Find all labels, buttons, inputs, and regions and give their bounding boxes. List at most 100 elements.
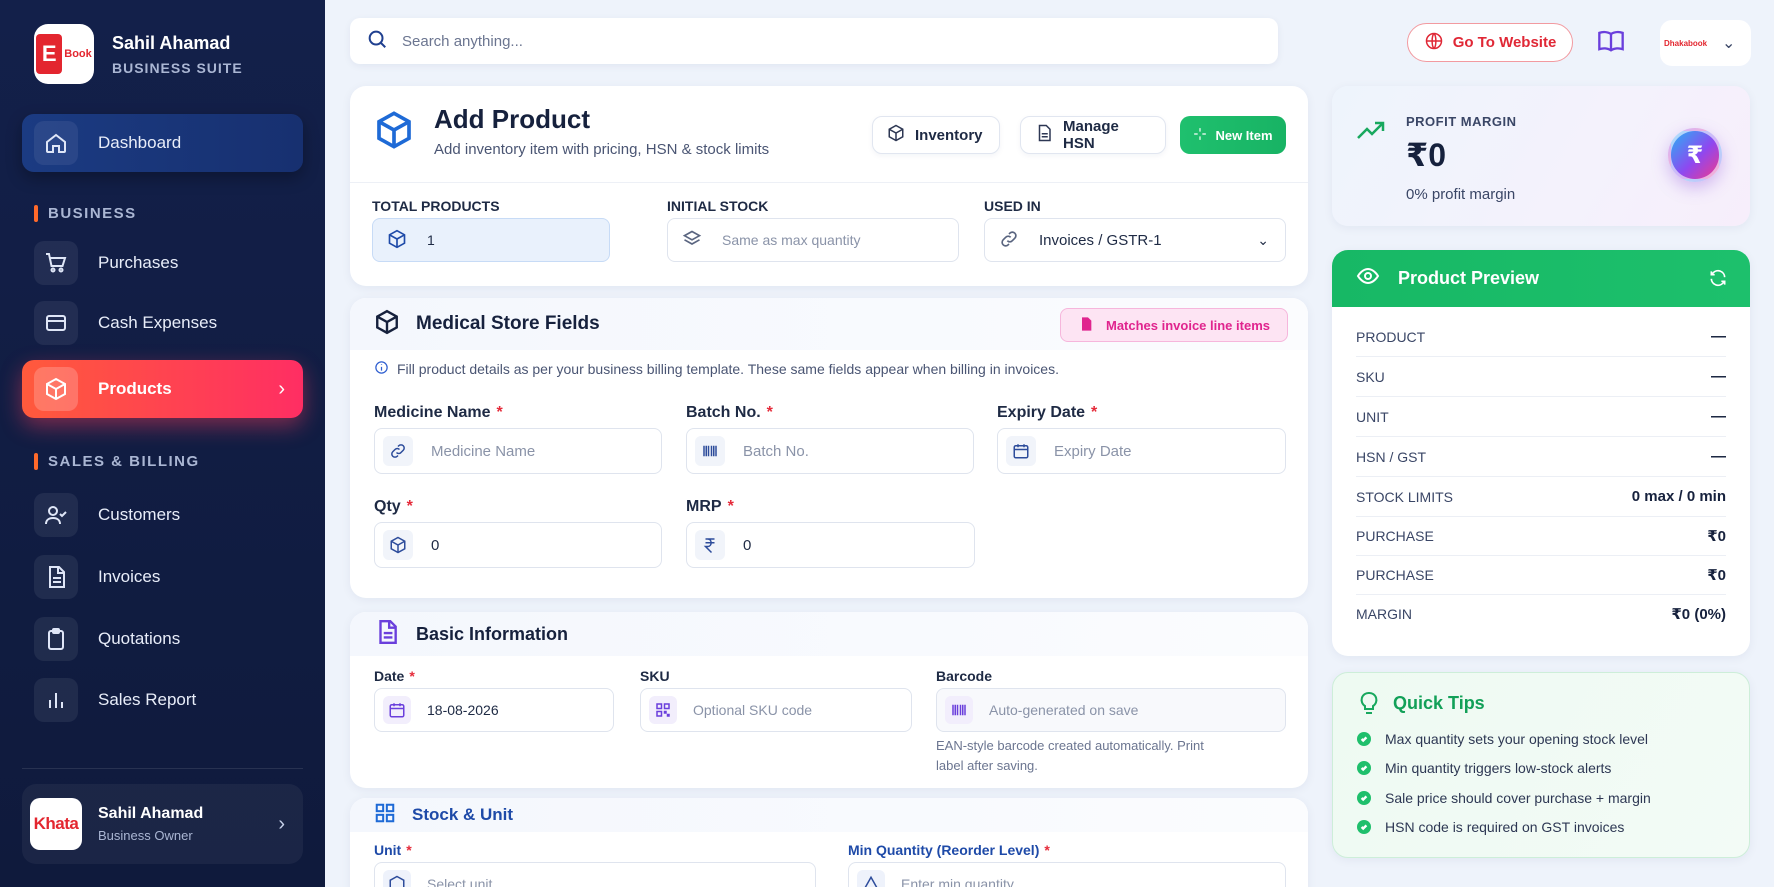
user-check-icon bbox=[34, 493, 78, 537]
manage-hsn-button-label: Manage HSN bbox=[1063, 118, 1119, 152]
date-field[interactable]: 18-08-2026 bbox=[374, 688, 614, 732]
new-item-button-label: New Item bbox=[1215, 127, 1273, 143]
inventory-button[interactable]: Inventory bbox=[872, 116, 1000, 154]
sidebar-section-sales: SALES & BILLING bbox=[34, 453, 200, 470]
sidebar-item-label: Customers bbox=[98, 505, 181, 524]
box-icon bbox=[383, 530, 413, 560]
profit-margin-card: PROFIT MARGIN ₹0 0% profit margin ₹ bbox=[1332, 86, 1750, 226]
box-icon bbox=[374, 110, 414, 150]
globe-icon bbox=[1424, 31, 1453, 55]
home-icon bbox=[34, 121, 78, 165]
barcode-icon bbox=[695, 436, 725, 466]
badge-label: Matches invoice line items bbox=[1105, 317, 1270, 333]
preview-row: MARGIN ₹0 (0%) bbox=[1356, 594, 1726, 634]
go-to-website-button[interactable]: Go To Website bbox=[1407, 23, 1573, 62]
date-value: 18-08-2026 bbox=[427, 702, 499, 718]
preview-key: STOCK LIMITS bbox=[1356, 488, 1453, 505]
document-icon bbox=[34, 555, 78, 599]
unit-label-text: Unit bbox=[374, 842, 402, 858]
page-title: Add Product bbox=[434, 104, 590, 134]
min-quantity-placeholder: Enter min quantity bbox=[901, 876, 1014, 887]
lightbulb-icon bbox=[1357, 691, 1381, 722]
brand-subtitle: BUSINESS SUITE bbox=[112, 59, 243, 76]
qty-field[interactable]: 0 bbox=[374, 522, 662, 568]
box-icon bbox=[34, 367, 78, 411]
inventory-button-label: Inventory bbox=[915, 126, 983, 144]
sidebar-item-quotations[interactable]: Quotations bbox=[22, 610, 303, 668]
batch-no-field[interactable]: Batch No. bbox=[686, 428, 974, 474]
section-header: Basic Information bbox=[350, 612, 1308, 656]
divider bbox=[350, 182, 1308, 183]
brand-logo-letter: E bbox=[36, 34, 63, 74]
required-marker: * bbox=[406, 842, 412, 858]
chevron-down-icon: ⌄ bbox=[1257, 231, 1269, 248]
check-icon bbox=[1357, 761, 1371, 775]
clipboard-icon bbox=[34, 617, 78, 661]
section-title: Medical Store Fields bbox=[416, 313, 600, 334]
info-text-label: Fill product details as per your busines… bbox=[397, 361, 1059, 377]
docs-button[interactable] bbox=[1594, 26, 1628, 60]
sidebar-item-cash-expenses[interactable]: Cash Expenses bbox=[22, 294, 303, 352]
check-icon bbox=[1357, 791, 1371, 805]
date-label-text: Date bbox=[374, 668, 405, 684]
sku-label: SKU bbox=[640, 668, 670, 684]
required-marker: * bbox=[1091, 404, 1098, 421]
chevron-right-icon: › bbox=[278, 377, 285, 400]
manage-hsn-button[interactable]: Manage HSN bbox=[1020, 116, 1166, 154]
medicine-name-placeholder: Medicine Name bbox=[431, 442, 536, 460]
search-icon bbox=[366, 28, 388, 55]
sidebar-divider bbox=[22, 768, 303, 769]
min-quantity-label-text: Min Quantity (Reorder Level) bbox=[848, 842, 1040, 858]
section-header: Stock & Unit bbox=[350, 798, 1308, 832]
check-icon bbox=[1357, 732, 1371, 746]
chevron-right-icon: › bbox=[278, 812, 285, 835]
expiry-date-placeholder: Expiry Date bbox=[1054, 442, 1132, 460]
sku-placeholder: Optional SKU code bbox=[693, 702, 813, 718]
user-profile-card[interactable]: Khata Sahil Ahamad Business Owner › bbox=[22, 784, 303, 864]
layers-icon bbox=[682, 229, 702, 252]
user-role: Business Owner bbox=[98, 828, 193, 843]
box-icon bbox=[887, 124, 915, 146]
used-in-value: Invoices / GSTR-1 bbox=[1039, 231, 1162, 249]
search-input[interactable] bbox=[402, 32, 1202, 50]
medicine-name-field[interactable]: Medicine Name bbox=[374, 428, 662, 474]
unit-select[interactable]: Select unit bbox=[374, 862, 816, 887]
expiry-date-field[interactable]: Expiry Date bbox=[997, 428, 1286, 474]
cart-icon bbox=[34, 241, 78, 285]
grid-icon bbox=[374, 802, 396, 829]
sidebar-item-purchases[interactable]: Purchases bbox=[22, 234, 303, 292]
preview-key: UNIT bbox=[1356, 408, 1389, 425]
sidebar-item-products[interactable]: Products › bbox=[22, 360, 303, 418]
initial-stock-field[interactable]: Same as max quantity bbox=[667, 218, 959, 262]
matches-invoice-badge: Matches invoice line items bbox=[1060, 308, 1288, 342]
sku-field[interactable]: Optional SKU code bbox=[640, 688, 912, 732]
sidebar-item-customers[interactable]: Customers bbox=[22, 486, 303, 544]
brand-logo: E Book bbox=[34, 24, 94, 84]
sidebar-item-dashboard[interactable]: Dashboard bbox=[22, 114, 303, 172]
rupee-icon bbox=[695, 530, 725, 560]
expiry-date-label: Expiry Date * bbox=[997, 404, 1097, 422]
required-marker: * bbox=[496, 404, 503, 421]
barcode-icon bbox=[945, 696, 973, 724]
calendar-icon bbox=[383, 696, 411, 724]
profit-margin-value: ₹0 bbox=[1406, 137, 1447, 173]
link-icon bbox=[383, 436, 413, 466]
used-in-select[interactable]: Invoices / GSTR-1 ⌄ bbox=[984, 218, 1286, 262]
sidebar-item-sales-report[interactable]: Sales Report bbox=[22, 671, 303, 729]
qty-label-text: Qty bbox=[374, 498, 401, 515]
total-products-label: TOTAL PRODUCTS bbox=[372, 198, 500, 214]
box-icon bbox=[387, 229, 407, 252]
refresh-icon[interactable] bbox=[1708, 268, 1728, 293]
product-preview-title: Product Preview bbox=[1398, 268, 1540, 288]
profile-menu[interactable]: Dhakabook ⌄ bbox=[1660, 20, 1751, 66]
preview-key: PURCHASE bbox=[1356, 527, 1434, 544]
mrp-field[interactable]: 0 bbox=[686, 522, 975, 568]
new-item-button[interactable]: New Item bbox=[1180, 116, 1286, 154]
brand[interactable]: E Book Sahil Ahamad BUSINESS SUITE bbox=[34, 24, 243, 84]
search-bar[interactable] bbox=[350, 18, 1278, 64]
sidebar-item-invoices[interactable]: Invoices bbox=[22, 548, 303, 606]
unit-placeholder: Select unit bbox=[427, 876, 493, 887]
basic-information-card: Basic Information Date * 18-08-2026 SKU O… bbox=[350, 612, 1308, 788]
min-quantity-field[interactable]: Enter min quantity bbox=[848, 862, 1286, 887]
profile-logo: Dhakabook bbox=[1662, 21, 1707, 65]
